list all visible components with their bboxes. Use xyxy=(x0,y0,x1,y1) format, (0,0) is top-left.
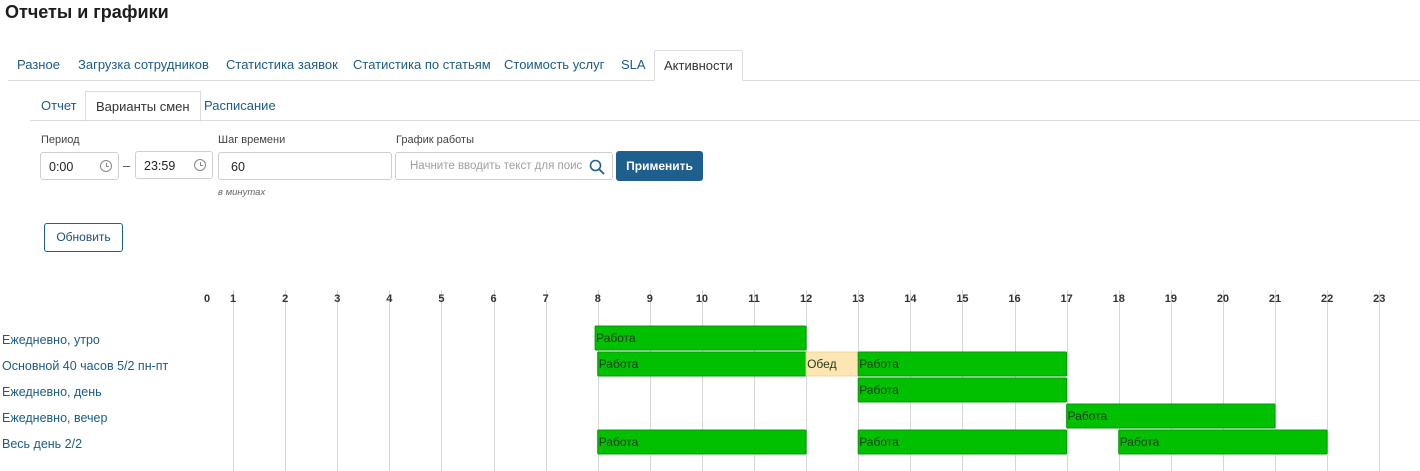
hour-tick-label: 1 xyxy=(230,293,236,305)
work-block[interactable]: Работа xyxy=(857,351,1068,377)
work-block[interactable]: Работа xyxy=(1066,403,1276,429)
hour-tick-label: 2 xyxy=(282,293,288,305)
work-block[interactable]: Работа xyxy=(597,351,807,377)
tab-sla[interactable]: SLA xyxy=(612,50,655,79)
block-label: Работа xyxy=(599,357,639,371)
step-hint: в минутах xyxy=(218,187,266,198)
block-label: Работа xyxy=(859,357,899,371)
block-label: Работа xyxy=(596,331,636,345)
shift-timeline: Ежедневно, утро Основной 40 часов 5/2 пн-… xyxy=(0,286,1420,471)
block-label: Работа xyxy=(599,435,639,449)
hour-tick-label: 5 xyxy=(438,293,444,305)
refresh-button[interactable]: Обновить xyxy=(44,223,123,252)
clock-icon[interactable] xyxy=(194,159,206,171)
period-from-field[interactable]: 0:00 xyxy=(40,152,119,180)
subtab-schedule[interactable]: Расписание xyxy=(194,91,286,120)
hour-tick-label: 10 xyxy=(696,293,708,305)
work-block[interactable]: Работа xyxy=(857,377,1068,403)
tab-article-stats[interactable]: Статистика по статьям xyxy=(344,50,500,79)
tab-misc[interactable]: Разное xyxy=(8,50,69,79)
work-block[interactable]: Работа xyxy=(597,429,807,455)
hour-tick-label: 21 xyxy=(1269,293,1281,305)
hour-tick-label: 4 xyxy=(386,293,393,305)
hour-tick-label: 18 xyxy=(1113,293,1125,305)
work-block[interactable]: Работа xyxy=(594,325,807,351)
hour-tick-label: 6 xyxy=(490,293,496,305)
schedule-search-field[interactable] xyxy=(395,152,613,180)
hour-tick-label: 11 xyxy=(748,293,760,305)
subtab-report[interactable]: Отчет xyxy=(31,91,87,120)
hour-tick-label: 12 xyxy=(800,293,812,305)
block-label: Работа xyxy=(859,435,899,449)
activity-subtabs: Отчет Варианты смен Расписание xyxy=(30,91,1420,122)
hour-tick-label: 19 xyxy=(1165,293,1177,305)
step-input[interactable]: 60 xyxy=(218,152,392,180)
hour-tick-label: 0 xyxy=(204,293,210,305)
step-label: Шаг времени xyxy=(218,134,286,146)
search-icon[interactable] xyxy=(589,159,605,175)
report-tabs: Разное Загрузка сотрудников Статистика з… xyxy=(8,50,1420,81)
tab-activities[interactable]: Активности xyxy=(654,50,743,81)
period-from-value: 0:00 xyxy=(49,160,74,174)
schedule-label: График работы xyxy=(396,134,474,146)
hour-tick-label: 22 xyxy=(1321,293,1333,305)
period-to-field[interactable]: 23:59 xyxy=(135,151,213,179)
block-label: Работа xyxy=(1120,435,1160,449)
hour-tick-label: 7 xyxy=(543,293,549,305)
hour-tick-label: 16 xyxy=(1008,293,1020,305)
period-to-value: 23:59 xyxy=(144,159,176,173)
subtab-shift-variants[interactable]: Варианты смен xyxy=(85,91,201,122)
tab-request-stats[interactable]: Статистика заявок xyxy=(217,50,347,79)
step-value: 60 xyxy=(231,160,245,174)
hour-tick-label: 13 xyxy=(852,293,864,305)
lunch-block[interactable]: Обед xyxy=(805,351,859,377)
schedule-search-input[interactable] xyxy=(408,159,584,173)
work-block[interactable]: Работа xyxy=(857,429,1068,455)
tab-employee-load[interactable]: Загрузка сотрудников xyxy=(69,50,218,79)
period-separator: – xyxy=(123,158,131,173)
hour-tick-label: 14 xyxy=(904,293,917,305)
hour-tick-label: 20 xyxy=(1217,293,1229,305)
block-label: Работа xyxy=(859,383,899,397)
tab-service-cost[interactable]: Стоимость услуг xyxy=(495,50,613,79)
hour-tick-label: 23 xyxy=(1373,293,1385,305)
hour-tick-label: 17 xyxy=(1061,293,1073,305)
block-label: Работа xyxy=(1068,409,1108,423)
period-label: Период xyxy=(41,134,80,146)
hour-tick-label: 8 xyxy=(595,293,601,305)
hour-tick-label: 15 xyxy=(956,293,968,305)
apply-button[interactable]: Применить xyxy=(616,151,703,181)
hour-tick-label: 9 xyxy=(647,293,653,305)
work-block[interactable]: Работа xyxy=(1118,429,1328,455)
hour-tick-label: 3 xyxy=(334,293,340,305)
clock-icon[interactable] xyxy=(100,160,112,172)
block-label: Обед xyxy=(807,357,836,371)
gantt-chart: 0 1 2 3 4 5 6 7 8 9 10 11 12 13 14 15 16 17 18 19 20 21 22 23Ра… xyxy=(204,290,1385,471)
page-title: Отчеты и графики xyxy=(5,2,169,22)
